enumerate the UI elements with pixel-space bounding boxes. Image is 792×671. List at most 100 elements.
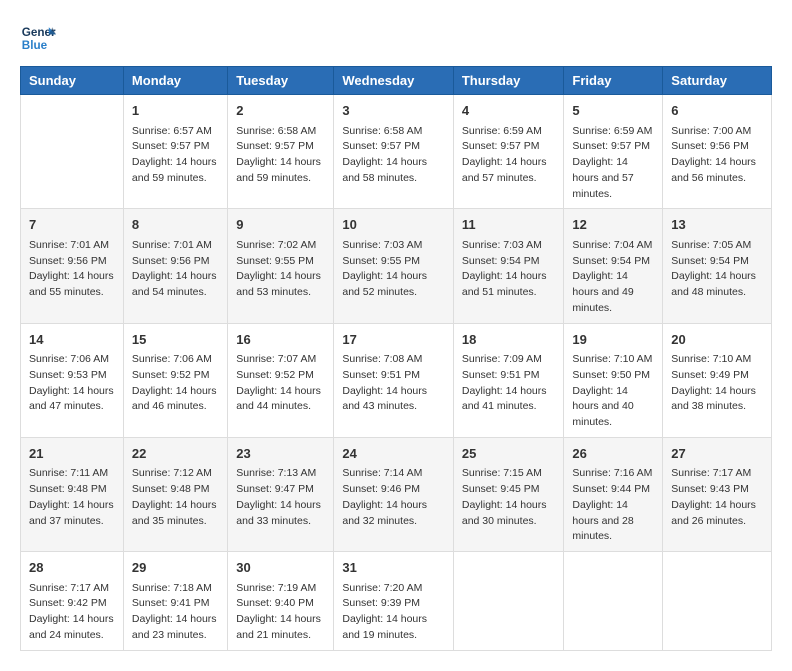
day-info: Sunrise: 7:04 AM Sunset: 9:54 PM Dayligh… [572,238,654,317]
day-info: Sunrise: 7:01 AM Sunset: 9:56 PM Dayligh… [29,238,115,301]
day-number: 7 [29,215,115,235]
day-number: 15 [132,330,219,350]
weekday-header-friday: Friday [564,67,663,95]
day-number: 21 [29,444,115,464]
week-row-3: 14Sunrise: 7:06 AM Sunset: 9:53 PM Dayli… [21,323,772,437]
day-info: Sunrise: 7:05 AM Sunset: 9:54 PM Dayligh… [671,238,763,301]
day-info: Sunrise: 7:18 AM Sunset: 9:41 PM Dayligh… [132,581,219,644]
weekday-header-tuesday: Tuesday [228,67,334,95]
day-info: Sunrise: 7:10 AM Sunset: 9:49 PM Dayligh… [671,352,763,415]
calendar-cell: 22Sunrise: 7:12 AM Sunset: 9:48 PM Dayli… [123,437,227,551]
calendar-cell: 29 Sunrise: 7:18 AM Sunset: 9:41 PM Dayli… [123,552,227,651]
day-info: Sunrise: 7:11 AM Sunset: 9:48 PM Dayligh… [29,466,115,529]
calendar-cell: 15Sunrise: 7:06 AM Sunset: 9:52 PM Dayli… [123,323,227,437]
day-number: 25 [462,444,556,464]
calendar-cell: 8 Sunrise: 7:01 AM Sunset: 9:56 PM Daylig… [123,209,227,323]
calendar-table: SundayMondayTuesdayWednesdayThursdayFrid… [20,66,772,651]
calendar-cell: 21Sunrise: 7:11 AM Sunset: 9:48 PM Dayli… [21,437,124,551]
weekday-header-thursday: Thursday [453,67,564,95]
calendar-cell: 12 Sunrise: 7:04 AM Sunset: 9:54 PM Dayli… [564,209,663,323]
logo-icon: General Blue [20,20,56,56]
day-number: 29 [132,558,219,578]
day-info: Sunrise: 7:00 AM Sunset: 9:56 PM Dayligh… [671,124,763,187]
day-number: 12 [572,215,654,235]
day-number: 3 [342,101,445,121]
calendar-cell: 25Sunrise: 7:15 AM Sunset: 9:45 PM Dayli… [453,437,564,551]
weekday-header-monday: Monday [123,67,227,95]
day-info: Sunrise: 7:17 AM Sunset: 9:42 PM Dayligh… [29,581,115,644]
day-info: Sunrise: 7:10 AM Sunset: 9:50 PM Dayligh… [572,352,654,431]
day-info: Sunrise: 6:59 AM Sunset: 9:57 PM Dayligh… [462,124,556,187]
weekday-header-row: SundayMondayTuesdayWednesdayThursdayFrid… [21,67,772,95]
calendar-cell: 17Sunrise: 7:08 AM Sunset: 9:51 PM Dayli… [334,323,454,437]
day-number: 27 [671,444,763,464]
day-number: 9 [236,215,325,235]
week-row-1: 1 Sunrise: 6:57 AM Sunset: 9:57 PM Daylig… [21,95,772,209]
calendar-cell: 30Sunrise: 7:19 AM Sunset: 9:40 PM Dayli… [228,552,334,651]
calendar-cell: 16Sunrise: 7:07 AM Sunset: 9:52 PM Dayli… [228,323,334,437]
week-row-5: 28 Sunrise: 7:17 AM Sunset: 9:42 PM Dayli… [21,552,772,651]
calendar-cell [663,552,772,651]
day-info: Sunrise: 6:57 AM Sunset: 9:57 PM Dayligh… [132,124,219,187]
calendar-cell: 14Sunrise: 7:06 AM Sunset: 9:53 PM Dayli… [21,323,124,437]
day-number: 23 [236,444,325,464]
day-number: 17 [342,330,445,350]
week-row-2: 7 Sunrise: 7:01 AM Sunset: 9:56 PM Daylig… [21,209,772,323]
day-info: Sunrise: 7:03 AM Sunset: 9:55 PM Dayligh… [342,238,445,301]
calendar-cell [564,552,663,651]
calendar-cell: 4 Sunrise: 6:59 AM Sunset: 9:57 PM Daylig… [453,95,564,209]
day-number: 20 [671,330,763,350]
svg-text:Blue: Blue [22,39,48,52]
calendar-cell: 3 Sunrise: 6:58 AM Sunset: 9:57 PM Daylig… [334,95,454,209]
calendar-cell [453,552,564,651]
day-info: Sunrise: 7:09 AM Sunset: 9:51 PM Dayligh… [462,352,556,415]
day-number: 11 [462,215,556,235]
day-info: Sunrise: 7:19 AM Sunset: 9:40 PM Dayligh… [236,581,325,644]
calendar-cell: 5Sunrise: 6:59 AM Sunset: 9:57 PM Daylig… [564,95,663,209]
calendar-cell: 24Sunrise: 7:14 AM Sunset: 9:46 PM Dayli… [334,437,454,551]
day-info: Sunrise: 6:58 AM Sunset: 9:57 PM Dayligh… [342,124,445,187]
day-number: 26 [572,444,654,464]
calendar-cell: 19Sunrise: 7:10 AM Sunset: 9:50 PM Dayli… [564,323,663,437]
day-info: Sunrise: 7:13 AM Sunset: 9:47 PM Dayligh… [236,466,325,529]
day-number: 6 [671,101,763,121]
calendar-cell: 6 Sunrise: 7:00 AM Sunset: 9:56 PM Daylig… [663,95,772,209]
day-number: 18 [462,330,556,350]
calendar-cell: 2Sunrise: 6:58 AM Sunset: 9:57 PM Daylig… [228,95,334,209]
day-info: Sunrise: 7:06 AM Sunset: 9:53 PM Dayligh… [29,352,115,415]
day-number: 22 [132,444,219,464]
day-info: Sunrise: 7:01 AM Sunset: 9:56 PM Dayligh… [132,238,219,301]
day-info: Sunrise: 7:16 AM Sunset: 9:44 PM Dayligh… [572,466,654,545]
day-info: Sunrise: 7:14 AM Sunset: 9:46 PM Dayligh… [342,466,445,529]
week-row-4: 21Sunrise: 7:11 AM Sunset: 9:48 PM Dayli… [21,437,772,551]
calendar-cell: 26Sunrise: 7:16 AM Sunset: 9:44 PM Dayli… [564,437,663,551]
calendar-cell: 9Sunrise: 7:02 AM Sunset: 9:55 PM Daylig… [228,209,334,323]
day-info: Sunrise: 7:07 AM Sunset: 9:52 PM Dayligh… [236,352,325,415]
weekday-header-saturday: Saturday [663,67,772,95]
calendar-cell: 28 Sunrise: 7:17 AM Sunset: 9:42 PM Dayli… [21,552,124,651]
day-number: 19 [572,330,654,350]
weekday-header-wednesday: Wednesday [334,67,454,95]
day-number: 16 [236,330,325,350]
day-number: 4 [462,101,556,121]
calendar-cell [21,95,124,209]
day-number: 28 [29,558,115,578]
calendar-cell: 7 Sunrise: 7:01 AM Sunset: 9:56 PM Daylig… [21,209,124,323]
day-number: 14 [29,330,115,350]
day-info: Sunrise: 7:15 AM Sunset: 9:45 PM Dayligh… [462,466,556,529]
day-number: 2 [236,101,325,121]
day-number: 1 [132,101,219,121]
day-info: Sunrise: 7:08 AM Sunset: 9:51 PM Dayligh… [342,352,445,415]
calendar-cell: 27Sunrise: 7:17 AM Sunset: 9:43 PM Dayli… [663,437,772,551]
day-info: Sunrise: 7:20 AM Sunset: 9:39 PM Dayligh… [342,581,445,644]
day-number: 8 [132,215,219,235]
day-number: 13 [671,215,763,235]
logo: General Blue [20,20,56,56]
calendar-cell: 1 Sunrise: 6:57 AM Sunset: 9:57 PM Daylig… [123,95,227,209]
calendar-cell: 20Sunrise: 7:10 AM Sunset: 9:49 PM Dayli… [663,323,772,437]
calendar-cell: 11Sunrise: 7:03 AM Sunset: 9:54 PM Dayli… [453,209,564,323]
day-info: Sunrise: 7:17 AM Sunset: 9:43 PM Dayligh… [671,466,763,529]
calendar-cell: 18Sunrise: 7:09 AM Sunset: 9:51 PM Dayli… [453,323,564,437]
day-info: Sunrise: 7:06 AM Sunset: 9:52 PM Dayligh… [132,352,219,415]
day-number: 10 [342,215,445,235]
